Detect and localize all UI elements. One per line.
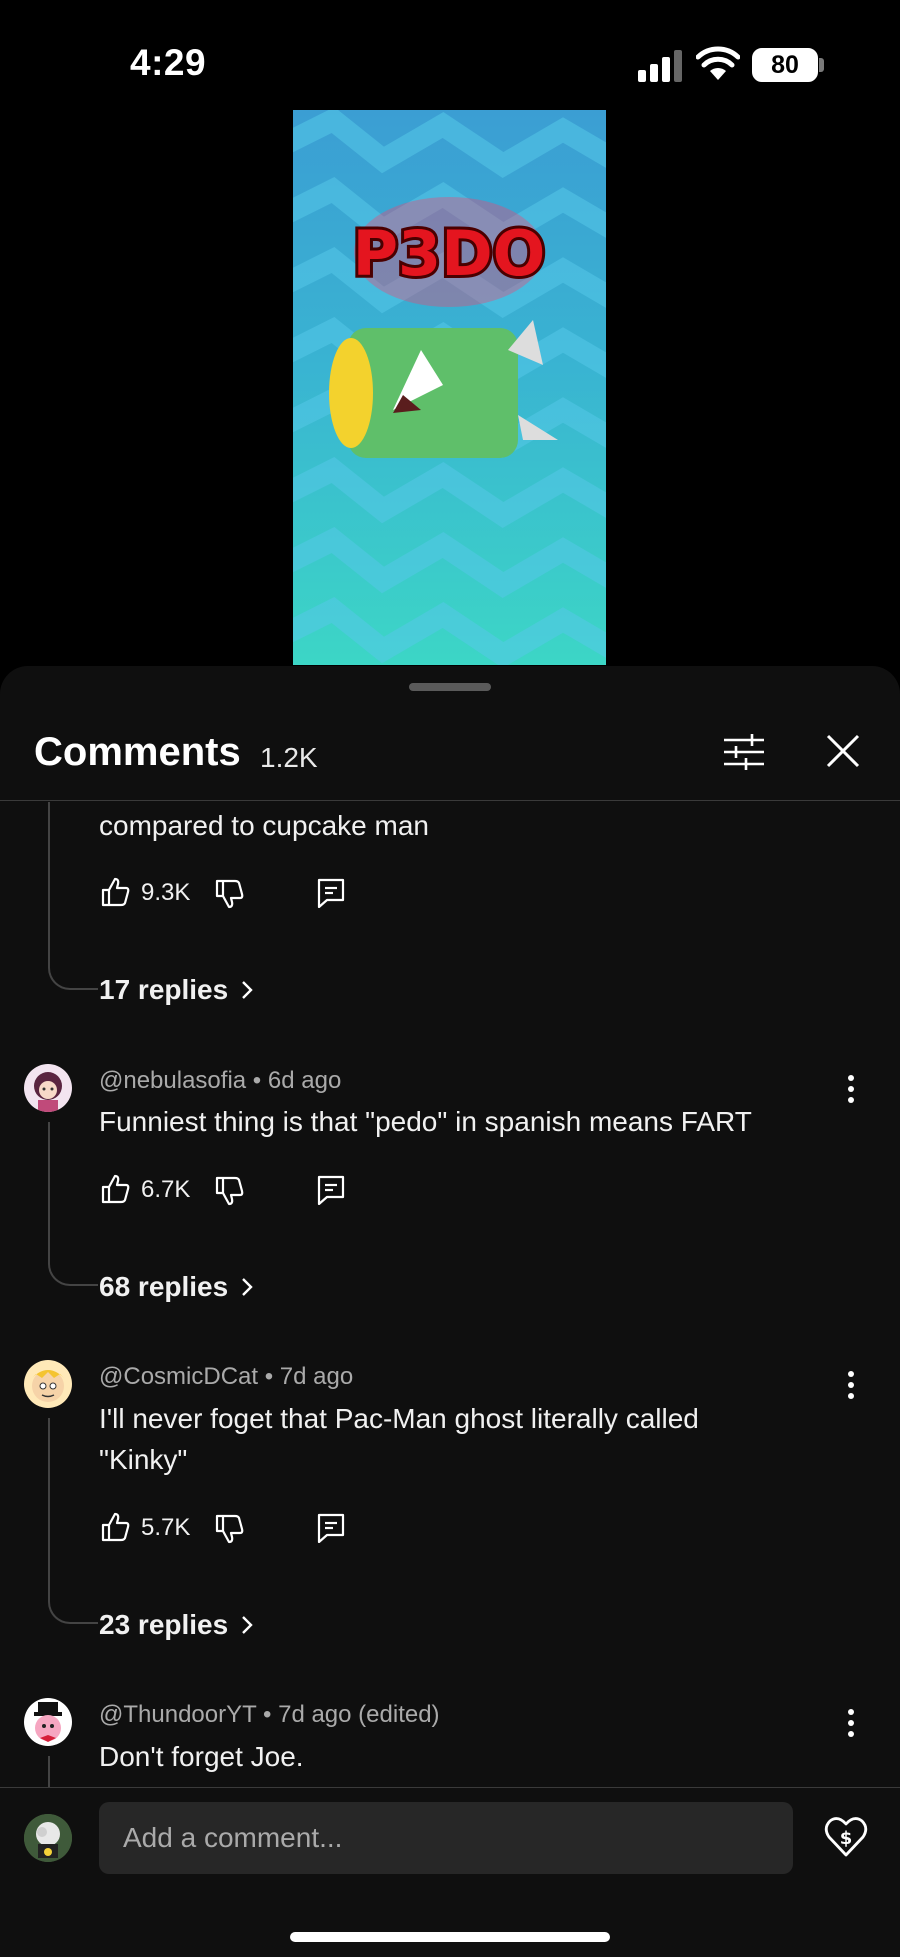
drag-handle[interactable] bbox=[409, 683, 491, 691]
dislike-icon[interactable] bbox=[213, 1175, 245, 1207]
view-replies-button[interactable]: 68 replies bbox=[99, 1271, 256, 1303]
comment-age: 7d ago bbox=[279, 1363, 354, 1390]
svg-text:$: $ bbox=[840, 1828, 853, 1849]
battery-level: 80 bbox=[771, 50, 799, 79]
replies-label: 23 replies bbox=[99, 1609, 229, 1640]
comments-count: 1.2K bbox=[260, 742, 318, 773]
super-thanks-heart-icon[interactable]: $ bbox=[824, 1816, 868, 1858]
comment-text: compared to cupcake man bbox=[99, 810, 429, 841]
reply-icon[interactable] bbox=[317, 1513, 345, 1543]
cellular-signal-icon bbox=[638, 50, 682, 82]
reply-icon[interactable] bbox=[317, 878, 345, 908]
comment-actions: 9.3K bbox=[99, 872, 399, 912]
chevron-right-icon bbox=[242, 1616, 253, 1634]
avatar[interactable] bbox=[24, 1064, 72, 1112]
add-comment-input[interactable] bbox=[99, 1802, 793, 1874]
dislike-icon[interactable] bbox=[213, 878, 245, 910]
video-player[interactable]: P3DO bbox=[293, 110, 606, 665]
comment-author[interactable]: @nebulasofia bbox=[99, 1067, 246, 1094]
wifi-icon bbox=[696, 46, 740, 80]
like-icon[interactable] bbox=[99, 1511, 131, 1543]
more-options-icon[interactable] bbox=[846, 1074, 856, 1104]
comments-title: Comments bbox=[34, 730, 241, 774]
battery-tip bbox=[819, 58, 824, 72]
thread-line bbox=[48, 1122, 98, 1286]
replies-label: 68 replies bbox=[99, 1271, 229, 1302]
comment-age: 7d ago (edited) bbox=[278, 1701, 440, 1728]
avatar[interactable] bbox=[24, 1360, 72, 1408]
comment-actions: 5.7K bbox=[99, 1507, 399, 1547]
comment-author[interactable]: @CosmicDCat bbox=[99, 1363, 258, 1390]
chevron-right-icon bbox=[242, 981, 253, 999]
thread-line bbox=[48, 802, 98, 990]
comment-meta: @CosmicDCat • 7d ago bbox=[99, 1363, 354, 1390]
like-count: 9.3K bbox=[141, 879, 191, 906]
like-count: 6.7K bbox=[141, 1176, 191, 1203]
replies-label: 17 replies bbox=[99, 974, 229, 1005]
close-icon[interactable] bbox=[824, 732, 862, 770]
video-title-overlay: P3DO bbox=[353, 217, 546, 290]
status-time: 4:29 bbox=[130, 42, 207, 83]
like-icon[interactable] bbox=[99, 876, 131, 908]
filter-settings-icon[interactable] bbox=[722, 732, 766, 772]
comment-text-line: I'll never foget that Pac-Man ghost lite… bbox=[99, 1403, 699, 1434]
like-count: 5.7K bbox=[141, 1514, 191, 1541]
status-bar: 4:29 80 bbox=[0, 0, 900, 110]
user-avatar[interactable] bbox=[24, 1814, 72, 1862]
comment-text-line: "Kinky" bbox=[99, 1444, 188, 1475]
comment-text: Don't forget Joe. bbox=[99, 1741, 304, 1772]
more-options-icon[interactable] bbox=[846, 1370, 856, 1400]
comment-text: Funniest thing is that "pedo" in spanish… bbox=[99, 1106, 752, 1137]
dislike-icon[interactable] bbox=[213, 1513, 245, 1545]
thread-line bbox=[48, 1418, 98, 1624]
comment-actions: 6.7K bbox=[99, 1169, 399, 1209]
comments-header: Comments 1.2K bbox=[0, 716, 900, 801]
view-replies-button[interactable]: 23 replies bbox=[99, 1609, 256, 1641]
video-frame: P3DO bbox=[293, 110, 606, 665]
thread-line bbox=[48, 1756, 50, 1787]
like-icon[interactable] bbox=[99, 1173, 131, 1205]
comment-meta: @ThundoorYT • 7d ago (edited) bbox=[99, 1701, 440, 1728]
comment-text: I'll never foget that Pac-Man ghost lite… bbox=[99, 1398, 829, 1480]
avatar[interactable] bbox=[24, 1698, 72, 1746]
battery-icon: 80 bbox=[752, 48, 818, 82]
comment-composer: $ bbox=[0, 1787, 900, 1957]
view-replies-button[interactable]: 17 replies bbox=[99, 974, 256, 1006]
home-indicator[interactable] bbox=[290, 1932, 610, 1942]
comment-meta: @nebulasofia • 6d ago bbox=[99, 1067, 342, 1094]
more-options-icon[interactable] bbox=[846, 1708, 856, 1738]
chevron-right-icon bbox=[242, 1278, 253, 1296]
comment-author[interactable]: @ThundoorYT bbox=[99, 1701, 256, 1728]
comment-age: 6d ago bbox=[267, 1067, 342, 1094]
reply-icon[interactable] bbox=[317, 1175, 345, 1205]
